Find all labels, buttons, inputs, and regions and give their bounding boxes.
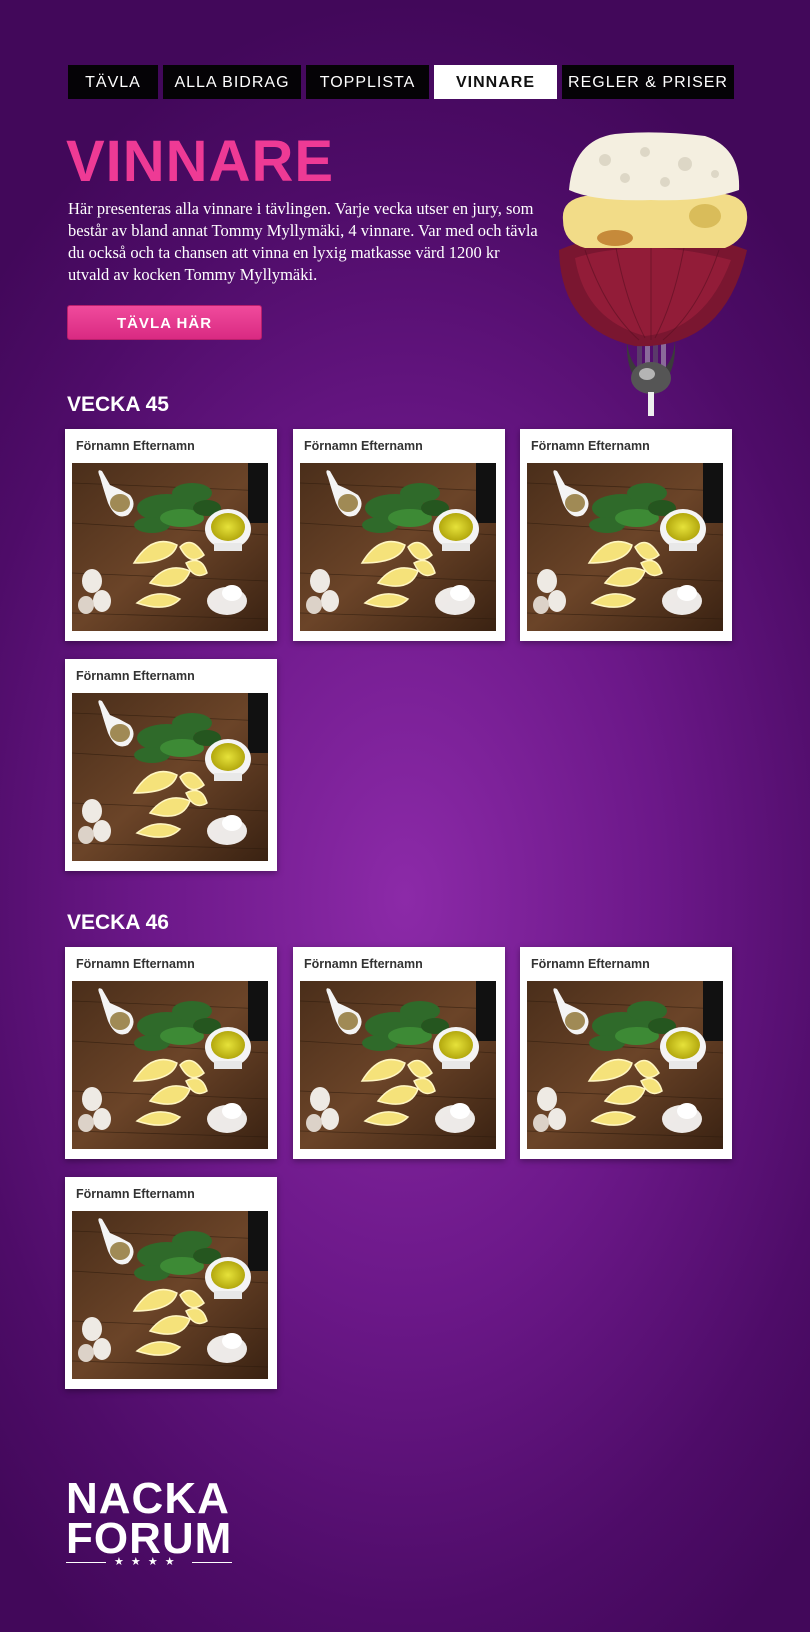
logo-divider-right bbox=[192, 1562, 232, 1563]
winner-photo bbox=[527, 981, 723, 1149]
winner-name: Förnamn Efternamn bbox=[76, 957, 195, 971]
winner-name: Förnamn Efternamn bbox=[531, 439, 650, 453]
page-title: VINNARE bbox=[66, 129, 335, 194]
nav-tab-vinnare[interactable]: VINNARE bbox=[434, 65, 557, 99]
winner-card[interactable]: Förnamn Efternamn bbox=[65, 659, 277, 871]
winner-name: Förnamn Efternamn bbox=[76, 439, 195, 453]
winner-name: Förnamn Efternamn bbox=[304, 439, 423, 453]
winner-card[interactable]: Förnamn Efternamn bbox=[293, 429, 505, 641]
intro-text: Här presenteras alla vinnare i tävlingen… bbox=[68, 199, 538, 284]
week-45-title: VECKA 45 bbox=[67, 393, 169, 416]
winner-photo bbox=[72, 1211, 268, 1379]
winner-card[interactable]: Förnamn Efternamn bbox=[65, 429, 277, 641]
winner-photo bbox=[72, 693, 268, 861]
week-46-title: VECKA 46 bbox=[67, 911, 169, 934]
winner-name: Förnamn Efternamn bbox=[531, 957, 650, 971]
winner-photo bbox=[72, 981, 268, 1149]
winner-photo bbox=[300, 981, 496, 1149]
nav-tab-tavla[interactable]: TÄVLA bbox=[68, 65, 158, 99]
winner-card[interactable]: Förnamn Efternamn bbox=[520, 429, 732, 641]
winner-name: Förnamn Efternamn bbox=[76, 1187, 195, 1201]
winner-card[interactable]: Förnamn Efternamn bbox=[293, 947, 505, 1159]
nav-tab-alla-bidrag[interactable]: ALLA BIDRAG bbox=[163, 65, 301, 99]
winner-card[interactable]: Förnamn Efternamn bbox=[65, 1177, 277, 1389]
nav-tab-regler-priser[interactable]: REGLER & PRISER bbox=[562, 65, 734, 99]
winner-photo bbox=[300, 463, 496, 631]
winner-card[interactable]: Förnamn Efternamn bbox=[520, 947, 732, 1159]
winner-photo bbox=[527, 463, 723, 631]
winner-name: Förnamn Efternamn bbox=[76, 669, 195, 683]
logo-stars: ★ ★ ★ ★ bbox=[114, 1556, 177, 1568]
winner-photo bbox=[72, 463, 268, 631]
hero-food-illustration bbox=[559, 132, 748, 416]
winner-name: Förnamn Efternamn bbox=[304, 957, 423, 971]
winner-card[interactable]: Förnamn Efternamn bbox=[65, 947, 277, 1159]
nacka-forum-logo[interactable]: NACKA FORUM ★ ★ ★ ★ bbox=[66, 1477, 236, 1569]
tavla-har-button[interactable]: TÄVLA HÄR bbox=[67, 305, 262, 340]
nav-tab-topplista[interactable]: TOPPLISTA bbox=[306, 65, 429, 99]
logo-divider-left bbox=[66, 1562, 106, 1563]
